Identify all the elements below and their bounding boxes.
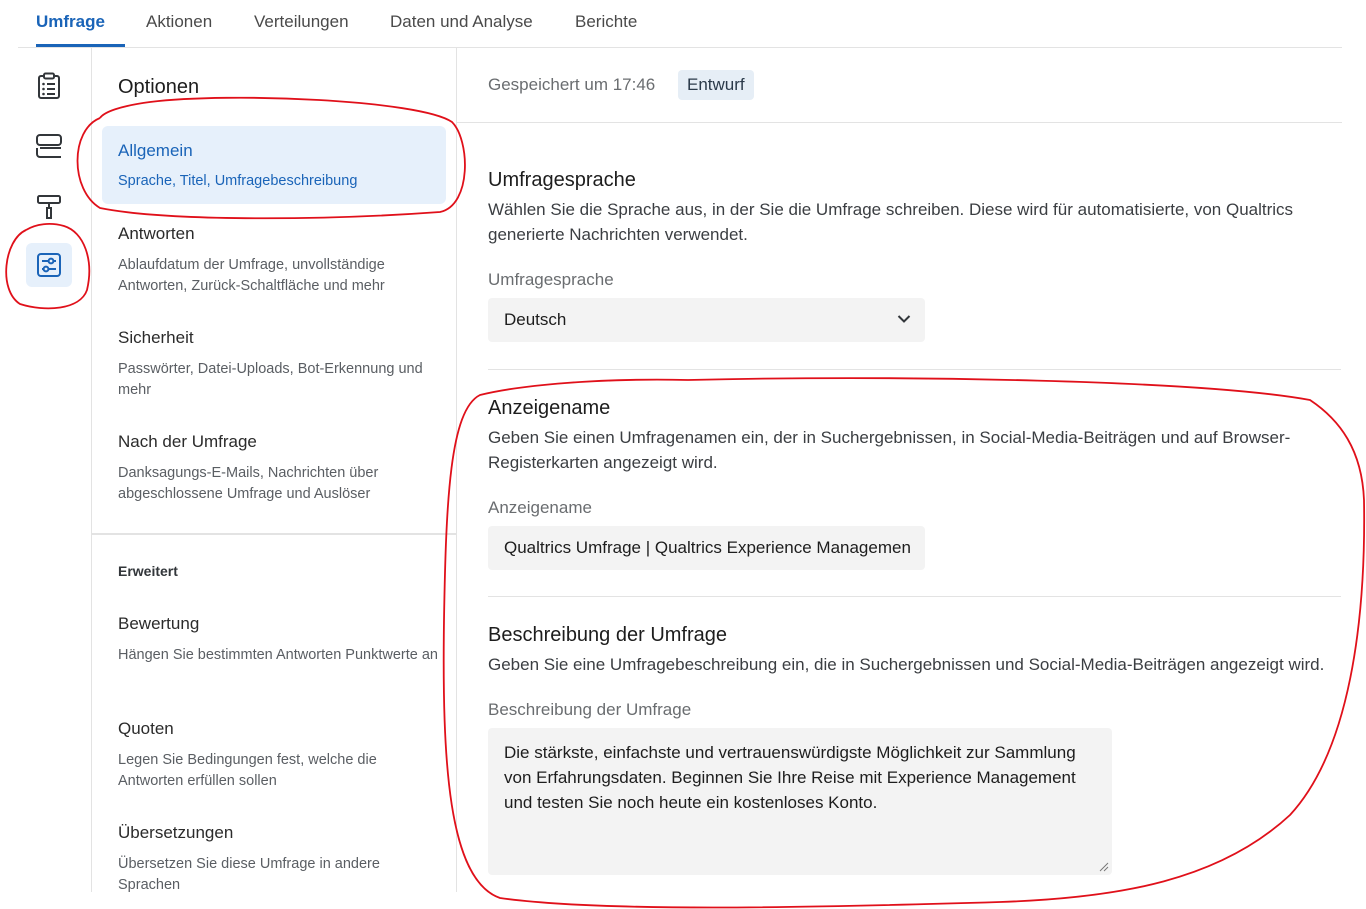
status-badge: Entwurf: [678, 70, 754, 100]
section-divider: [488, 369, 1341, 370]
active-tab-indicator: [36, 44, 125, 47]
language-select-value: Deutsch: [504, 310, 567, 329]
option-description: Übersetzen Sie diese Umfrage in andere S…: [118, 856, 380, 892]
survey-clipboard-icon: [38, 72, 60, 99]
option-label: Nach der Umfrage: [118, 432, 257, 451]
layout-blocks-icon: [36, 134, 62, 158]
option-label: Quoten: [118, 719, 174, 738]
description-section-title: Beschreibung der Umfrage: [488, 624, 728, 646]
option-description: Hängen Sie bestimmten Antworten Punktwer…: [118, 647, 438, 663]
option-label: Übersetzungen: [118, 823, 234, 842]
survey-options-rail-button[interactable]: [26, 243, 72, 287]
option-antworten[interactable]: Antworten Ablaufdatum der Umfrage, unvol…: [102, 214, 446, 304]
tab-berichte[interactable]: Berichte: [575, 12, 637, 32]
display-name-section-description: Geben Sie einen Umfragenamen ein, der in…: [488, 428, 1291, 472]
options-section-divider: [92, 533, 456, 535]
language-field-label: Umfragesprache: [488, 270, 614, 289]
option-label: Antworten: [118, 224, 195, 243]
resize-handle-icon[interactable]: [1099, 862, 1109, 872]
rail-divider: [91, 48, 92, 892]
option-sicherheit[interactable]: Sicherheit Passwörter, Datei-Uploads, Bo…: [102, 318, 446, 408]
language-section-description: Wählen Sie die Sprache aus, in der Sie d…: [488, 200, 1294, 244]
option-bewertung[interactable]: Bewertung Hängen Sie bestimmten Antworte…: [102, 604, 446, 694]
survey-editor-rail-button[interactable]: [26, 64, 72, 108]
display-name-section-title: Anzeigename: [488, 397, 611, 419]
option-description: Sprache, Titel, Umfragebeschreibung: [118, 173, 358, 189]
section-divider: [488, 596, 1341, 597]
language-section-title: Umfragesprache: [488, 169, 636, 191]
settings-sliders-icon: [37, 253, 61, 277]
header-divider: [457, 122, 1342, 123]
display-name-field-label: Anzeigename: [488, 498, 592, 517]
option-description: Legen Sie Bedingungen fest, welche die A…: [118, 752, 377, 789]
option-description: Danksagungs-E-Mails, Nachrichten über ab…: [118, 465, 379, 502]
option-description: Passwörter, Datei-Uploads, Bot-Erkennung…: [118, 361, 423, 398]
description-textarea-value: Die stärkste, einfachste und vertrauensw…: [504, 743, 1076, 812]
display-name-input-value: Qualtrics Umfrage | Qualtrics Experience…: [504, 538, 910, 557]
look-and-feel-rail-button[interactable]: [26, 185, 72, 229]
option-nach-der-umfrage[interactable]: Nach der Umfrage Danksagungs-E-Mails, Na…: [102, 422, 446, 512]
advanced-section-title: Erweitert: [118, 563, 178, 579]
description-textarea[interactable]: Die stärkste, einfachste und vertrauensw…: [488, 728, 1112, 875]
description-field-label: Beschreibung der Umfrage: [488, 700, 692, 719]
tab-verteilungen[interactable]: Verteilungen: [254, 12, 349, 32]
options-divider: [456, 48, 457, 892]
paint-roller-icon: [37, 195, 61, 219]
option-label: Bewertung: [118, 614, 200, 633]
top-navigation: Umfrage Aktionen Verteilungen Daten und …: [18, 0, 1342, 48]
option-description: Ablaufdatum der Umfrage, unvollständige …: [118, 257, 385, 294]
display-name-input[interactable]: Qualtrics Umfrage | Qualtrics Experience…: [488, 526, 925, 570]
option-label: Sicherheit: [118, 328, 194, 347]
tab-aktionen[interactable]: Aktionen: [146, 12, 212, 32]
option-quoten[interactable]: Quoten Legen Sie Bedingungen fest, welch…: [102, 709, 446, 799]
options-title: Optionen: [118, 76, 200, 98]
tab-umfrage[interactable]: Umfrage: [36, 12, 105, 32]
option-uebersetzungen[interactable]: Übersetzungen Übersetzen Sie diese Umfra…: [102, 813, 446, 892]
tab-daten-und-analyse[interactable]: Daten und Analyse: [390, 12, 533, 32]
option-label: Allgemein: [118, 141, 193, 160]
saved-status: Gespeichert um 17:46: [488, 75, 656, 94]
survey-flow-rail-button[interactable]: [26, 124, 72, 168]
option-allgemein[interactable]: Allgemein Sprache, Titel, Umfragebeschre…: [102, 126, 446, 204]
language-select[interactable]: Deutsch: [488, 298, 925, 342]
chevron-down-icon: [897, 315, 911, 323]
description-section-description: Geben Sie eine Umfragebeschreibung ein, …: [488, 655, 1325, 674]
